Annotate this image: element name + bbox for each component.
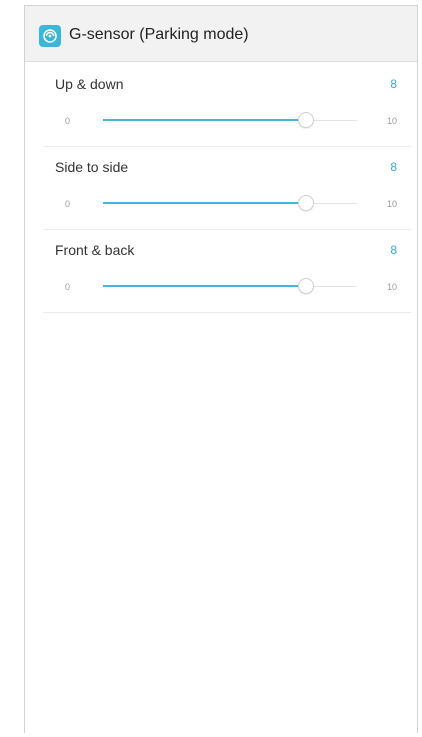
setting-label: Up & down xyxy=(55,76,124,92)
front-back-slider[interactable] xyxy=(103,277,357,297)
slider-min-label: 0 xyxy=(65,116,71,126)
app-window: G-sensor (Parking mode) Up & down 8 0 10… xyxy=(24,5,418,733)
setting-value: 8 xyxy=(390,160,397,174)
setting-front-back: Front & back 8 0 10 xyxy=(43,230,411,313)
side-to-side-slider[interactable] xyxy=(103,194,357,214)
slider-max-label: 10 xyxy=(386,116,397,126)
g-sensor-app-icon xyxy=(39,25,61,47)
page-title: G-sensor (Parking mode) xyxy=(69,26,249,43)
setting-label: Front & back xyxy=(55,242,135,258)
slider-min-label: 0 xyxy=(65,199,71,209)
slider-fill xyxy=(103,285,307,287)
slider-fill xyxy=(103,119,307,121)
slider-max-label: 10 xyxy=(386,199,397,209)
slider-min-label: 0 xyxy=(65,282,71,292)
setting-value: 8 xyxy=(390,77,397,91)
slider-thumb[interactable] xyxy=(298,278,315,294)
slider-thumb[interactable] xyxy=(298,195,315,211)
setting-up-down: Up & down 8 0 10 xyxy=(43,64,411,147)
slider-max-label: 10 xyxy=(386,282,397,292)
slider-thumb[interactable] xyxy=(298,112,315,128)
setting-value: 8 xyxy=(390,243,397,257)
up-down-slider[interactable] xyxy=(103,111,357,131)
slider-fill xyxy=(103,202,307,204)
setting-side-to-side: Side to side 8 0 10 xyxy=(43,147,411,230)
title-bar: G-sensor (Parking mode) xyxy=(25,6,417,62)
setting-label: Side to side xyxy=(55,159,129,175)
